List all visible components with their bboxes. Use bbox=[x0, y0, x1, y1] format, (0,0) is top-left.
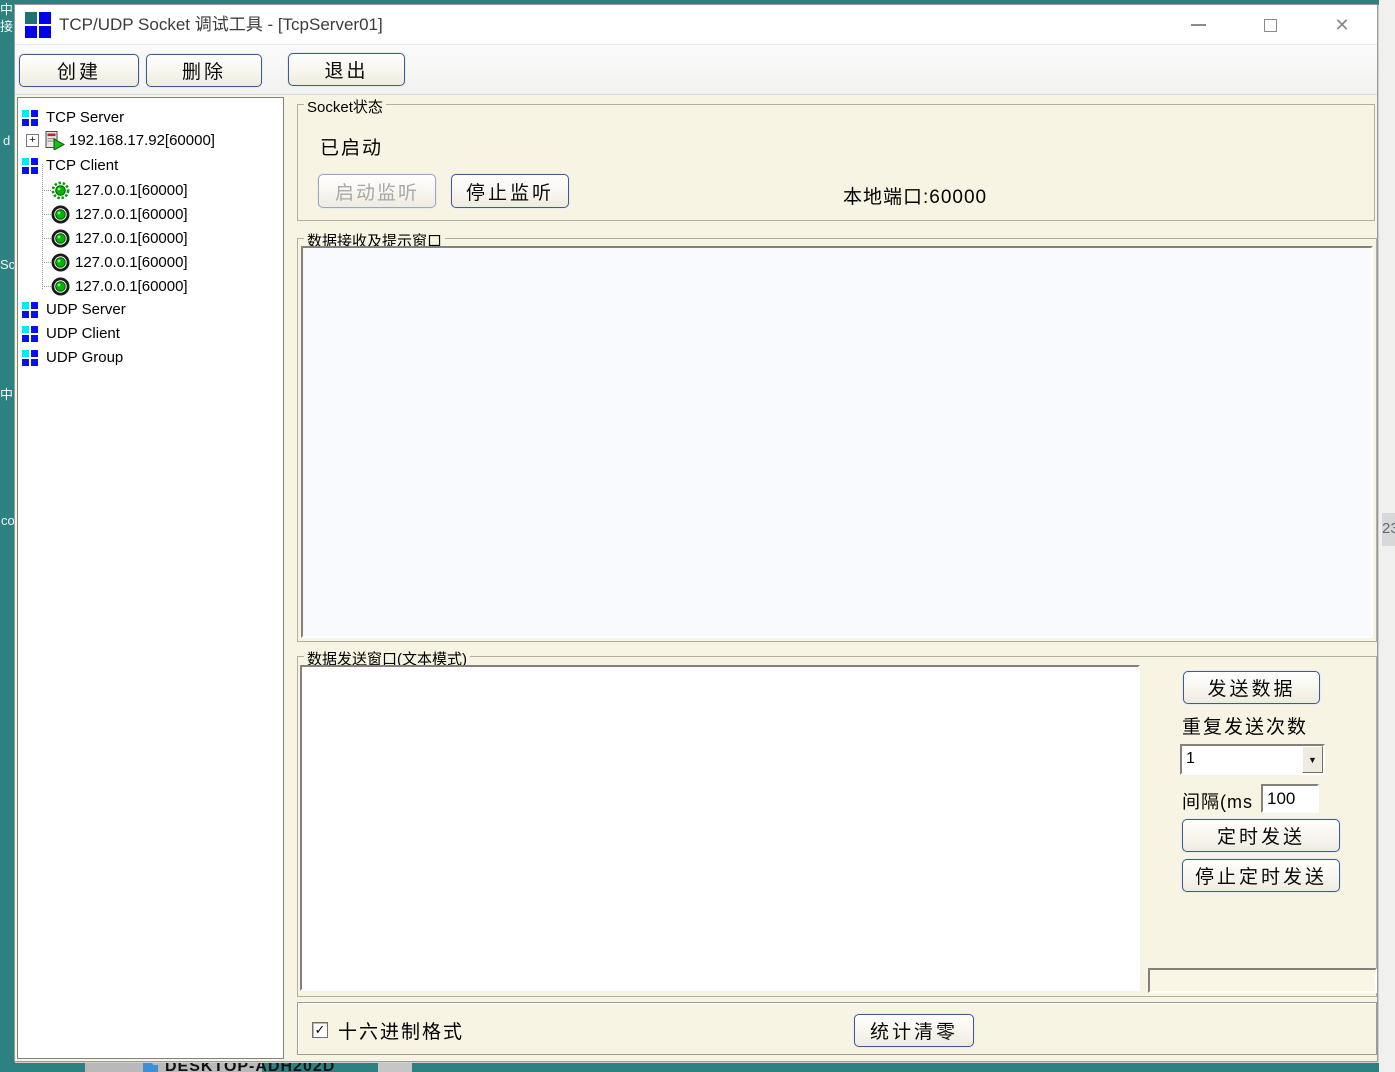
repeat-count-label: 重复发送次数 bbox=[1182, 712, 1308, 739]
tree-item-connection[interactable]: 127.0.0.1[60000] bbox=[51, 205, 188, 224]
app-window: TCP/UDP Socket 调试工具 - [TcpServer01] ✕ 创建… bbox=[14, 4, 1378, 1062]
socket-status-group-title: Socket状态 bbox=[304, 96, 386, 117]
timed-send-button[interactable]: 定时发送 bbox=[1182, 819, 1340, 852]
tree-item-connection[interactable]: 127.0.0.1[60000] bbox=[51, 181, 188, 200]
connection-icon bbox=[51, 253, 70, 272]
socket-status-group: Socket状态 已启动 启动监听 停止监听 本地端口:60000 bbox=[297, 104, 1375, 221]
tree-item-label: 127.0.0.1[60000] bbox=[75, 230, 188, 247]
minimize-icon bbox=[1191, 24, 1206, 26]
tree-line bbox=[42, 238, 51, 239]
tree-item-label: 127.0.0.1[60000] bbox=[75, 182, 188, 199]
send-data-label: 发送数据 bbox=[1207, 674, 1295, 701]
tree-item-label: 127.0.0.1[60000] bbox=[75, 278, 188, 295]
timed-send-label: 定时发送 bbox=[1217, 822, 1305, 849]
tree-item-server-instance[interactable]: + 192.168.17.92[60000] bbox=[26, 131, 215, 150]
start-listen-button[interactable]: 启动监听 bbox=[318, 174, 436, 208]
desktop-text-fragment: Sc bbox=[0, 257, 15, 272]
clear-stats-button[interactable]: 统计清零 bbox=[854, 1014, 974, 1047]
desktop-clock-fragment: 23 bbox=[1382, 513, 1395, 546]
tree-item-label: 192.168.17.92[60000] bbox=[69, 132, 215, 149]
category-squares-icon bbox=[22, 302, 38, 318]
delete-button-label: 删除 bbox=[182, 57, 226, 84]
desktop-text-fragment: d bbox=[3, 133, 10, 148]
interval-label: 间隔(ms bbox=[1182, 788, 1253, 814]
tree-item-connection[interactable]: 127.0.0.1[60000] bbox=[51, 229, 188, 248]
tree-item-label: UDP Server bbox=[46, 301, 126, 318]
create-button-label: 创建 bbox=[57, 57, 101, 84]
app-logo-icon bbox=[25, 12, 51, 38]
tree-item-connection[interactable]: 127.0.0.1[60000] bbox=[51, 253, 188, 272]
tree-item-tcp-server[interactable]: TCP Server bbox=[22, 109, 124, 126]
maximize-button[interactable] bbox=[1247, 5, 1293, 45]
bottom-bar: ✓ 十六进制格式 统计清零 bbox=[297, 1002, 1377, 1055]
toolbar: 创建 删除 退出 bbox=[15, 45, 1377, 95]
connection-icon bbox=[51, 277, 70, 296]
stop-timed-send-button[interactable]: 停止定时发送 bbox=[1182, 859, 1340, 892]
socket-status-text: 已启动 bbox=[320, 133, 383, 160]
hex-format-checkbox[interactable]: ✓ bbox=[312, 1022, 328, 1038]
tree-item-label: UDP Group bbox=[46, 349, 123, 366]
tree-item-label: TCP Client bbox=[46, 157, 118, 174]
desktop-text-fragment: 中 bbox=[0, 387, 13, 402]
tree-item-label: TCP Server bbox=[46, 109, 124, 126]
tree-item-connection[interactable]: 127.0.0.1[60000] bbox=[51, 277, 188, 296]
connection-icon bbox=[51, 205, 70, 224]
category-squares-icon bbox=[22, 350, 38, 366]
tree-line bbox=[42, 164, 43, 289]
category-squares-icon bbox=[22, 158, 38, 174]
tree-item-udp-client[interactable]: UDP Client bbox=[22, 325, 120, 342]
tree-item-udp-group[interactable]: UDP Group bbox=[22, 349, 123, 366]
receive-group: 数据接收及提示窗口 bbox=[297, 238, 1377, 642]
desktop-text-fragment: 中 bbox=[0, 2, 13, 17]
close-button[interactable]: ✕ bbox=[1317, 5, 1367, 45]
window-title: TCP/UDP Socket 调试工具 - [TcpServer01] bbox=[59, 5, 383, 45]
start-listen-label: 启动监听 bbox=[335, 178, 419, 205]
category-squares-icon bbox=[22, 326, 38, 342]
tree-item-label: 127.0.0.1[60000] bbox=[75, 206, 188, 223]
repeat-count-combobox[interactable]: 1 ▼ bbox=[1180, 744, 1325, 775]
repeat-count-value[interactable]: 1 bbox=[1182, 746, 1302, 773]
hex-format-label: 十六进制格式 bbox=[338, 1017, 464, 1044]
clear-stats-label: 统计清零 bbox=[870, 1017, 958, 1044]
receive-textarea[interactable] bbox=[301, 246, 1373, 638]
check-icon: ✓ bbox=[315, 1022, 326, 1038]
stop-listen-label: 停止监听 bbox=[466, 178, 554, 205]
local-port-text: 本地端口:60000 bbox=[843, 182, 987, 209]
connection-icon bbox=[51, 229, 70, 248]
send-textarea[interactable] bbox=[300, 665, 1140, 991]
tree-item-udp-server[interactable]: UDP Server bbox=[22, 301, 126, 318]
tree-line bbox=[42, 286, 51, 287]
socket-tree: TCP Server + 192.168.17.92[60000] TCP Cl… bbox=[17, 97, 284, 1059]
tree-item-label: 127.0.0.1[60000] bbox=[75, 254, 188, 271]
send-group: 数据发送窗口(文本模式) 发送数据 重复发送次数 1 ▼ 间隔(ms 定时发送 … bbox=[297, 656, 1377, 997]
dropdown-arrow-icon: ▼ bbox=[1308, 755, 1317, 765]
interval-input[interactable] bbox=[1261, 784, 1319, 813]
send-status-strip bbox=[1148, 968, 1377, 993]
exit-button[interactable]: 退出 bbox=[288, 53, 405, 86]
server-running-icon bbox=[43, 131, 65, 150]
send-data-button[interactable]: 发送数据 bbox=[1183, 671, 1320, 704]
maximize-icon bbox=[1264, 19, 1277, 32]
connection-active-icon bbox=[51, 181, 70, 200]
tree-item-label: UDP Client bbox=[46, 325, 120, 342]
dropdown-button[interactable]: ▼ bbox=[1302, 746, 1323, 773]
tree-line bbox=[42, 262, 51, 263]
taskbar-fragment bbox=[378, 1062, 412, 1072]
create-button[interactable]: 创建 bbox=[19, 54, 139, 87]
title-bar: TCP/UDP Socket 调试工具 - [TcpServer01] ✕ bbox=[15, 5, 1377, 45]
desktop-text-fragment: 接 bbox=[0, 19, 13, 34]
expand-plus-icon[interactable]: + bbox=[26, 134, 39, 147]
category-squares-icon bbox=[22, 110, 38, 126]
tree-line bbox=[42, 214, 51, 215]
exit-button-label: 退出 bbox=[324, 56, 368, 83]
stop-listen-button[interactable]: 停止监听 bbox=[451, 174, 569, 208]
minimize-button[interactable] bbox=[1175, 5, 1221, 45]
delete-button[interactable]: 删除 bbox=[146, 54, 262, 87]
desktop-text-fragment: co bbox=[1, 513, 15, 528]
tree-line bbox=[42, 190, 51, 191]
stop-timed-send-label: 停止定时发送 bbox=[1195, 862, 1327, 889]
tree-item-tcp-client[interactable]: TCP Client bbox=[22, 157, 118, 174]
close-icon: ✕ bbox=[1334, 16, 1349, 34]
